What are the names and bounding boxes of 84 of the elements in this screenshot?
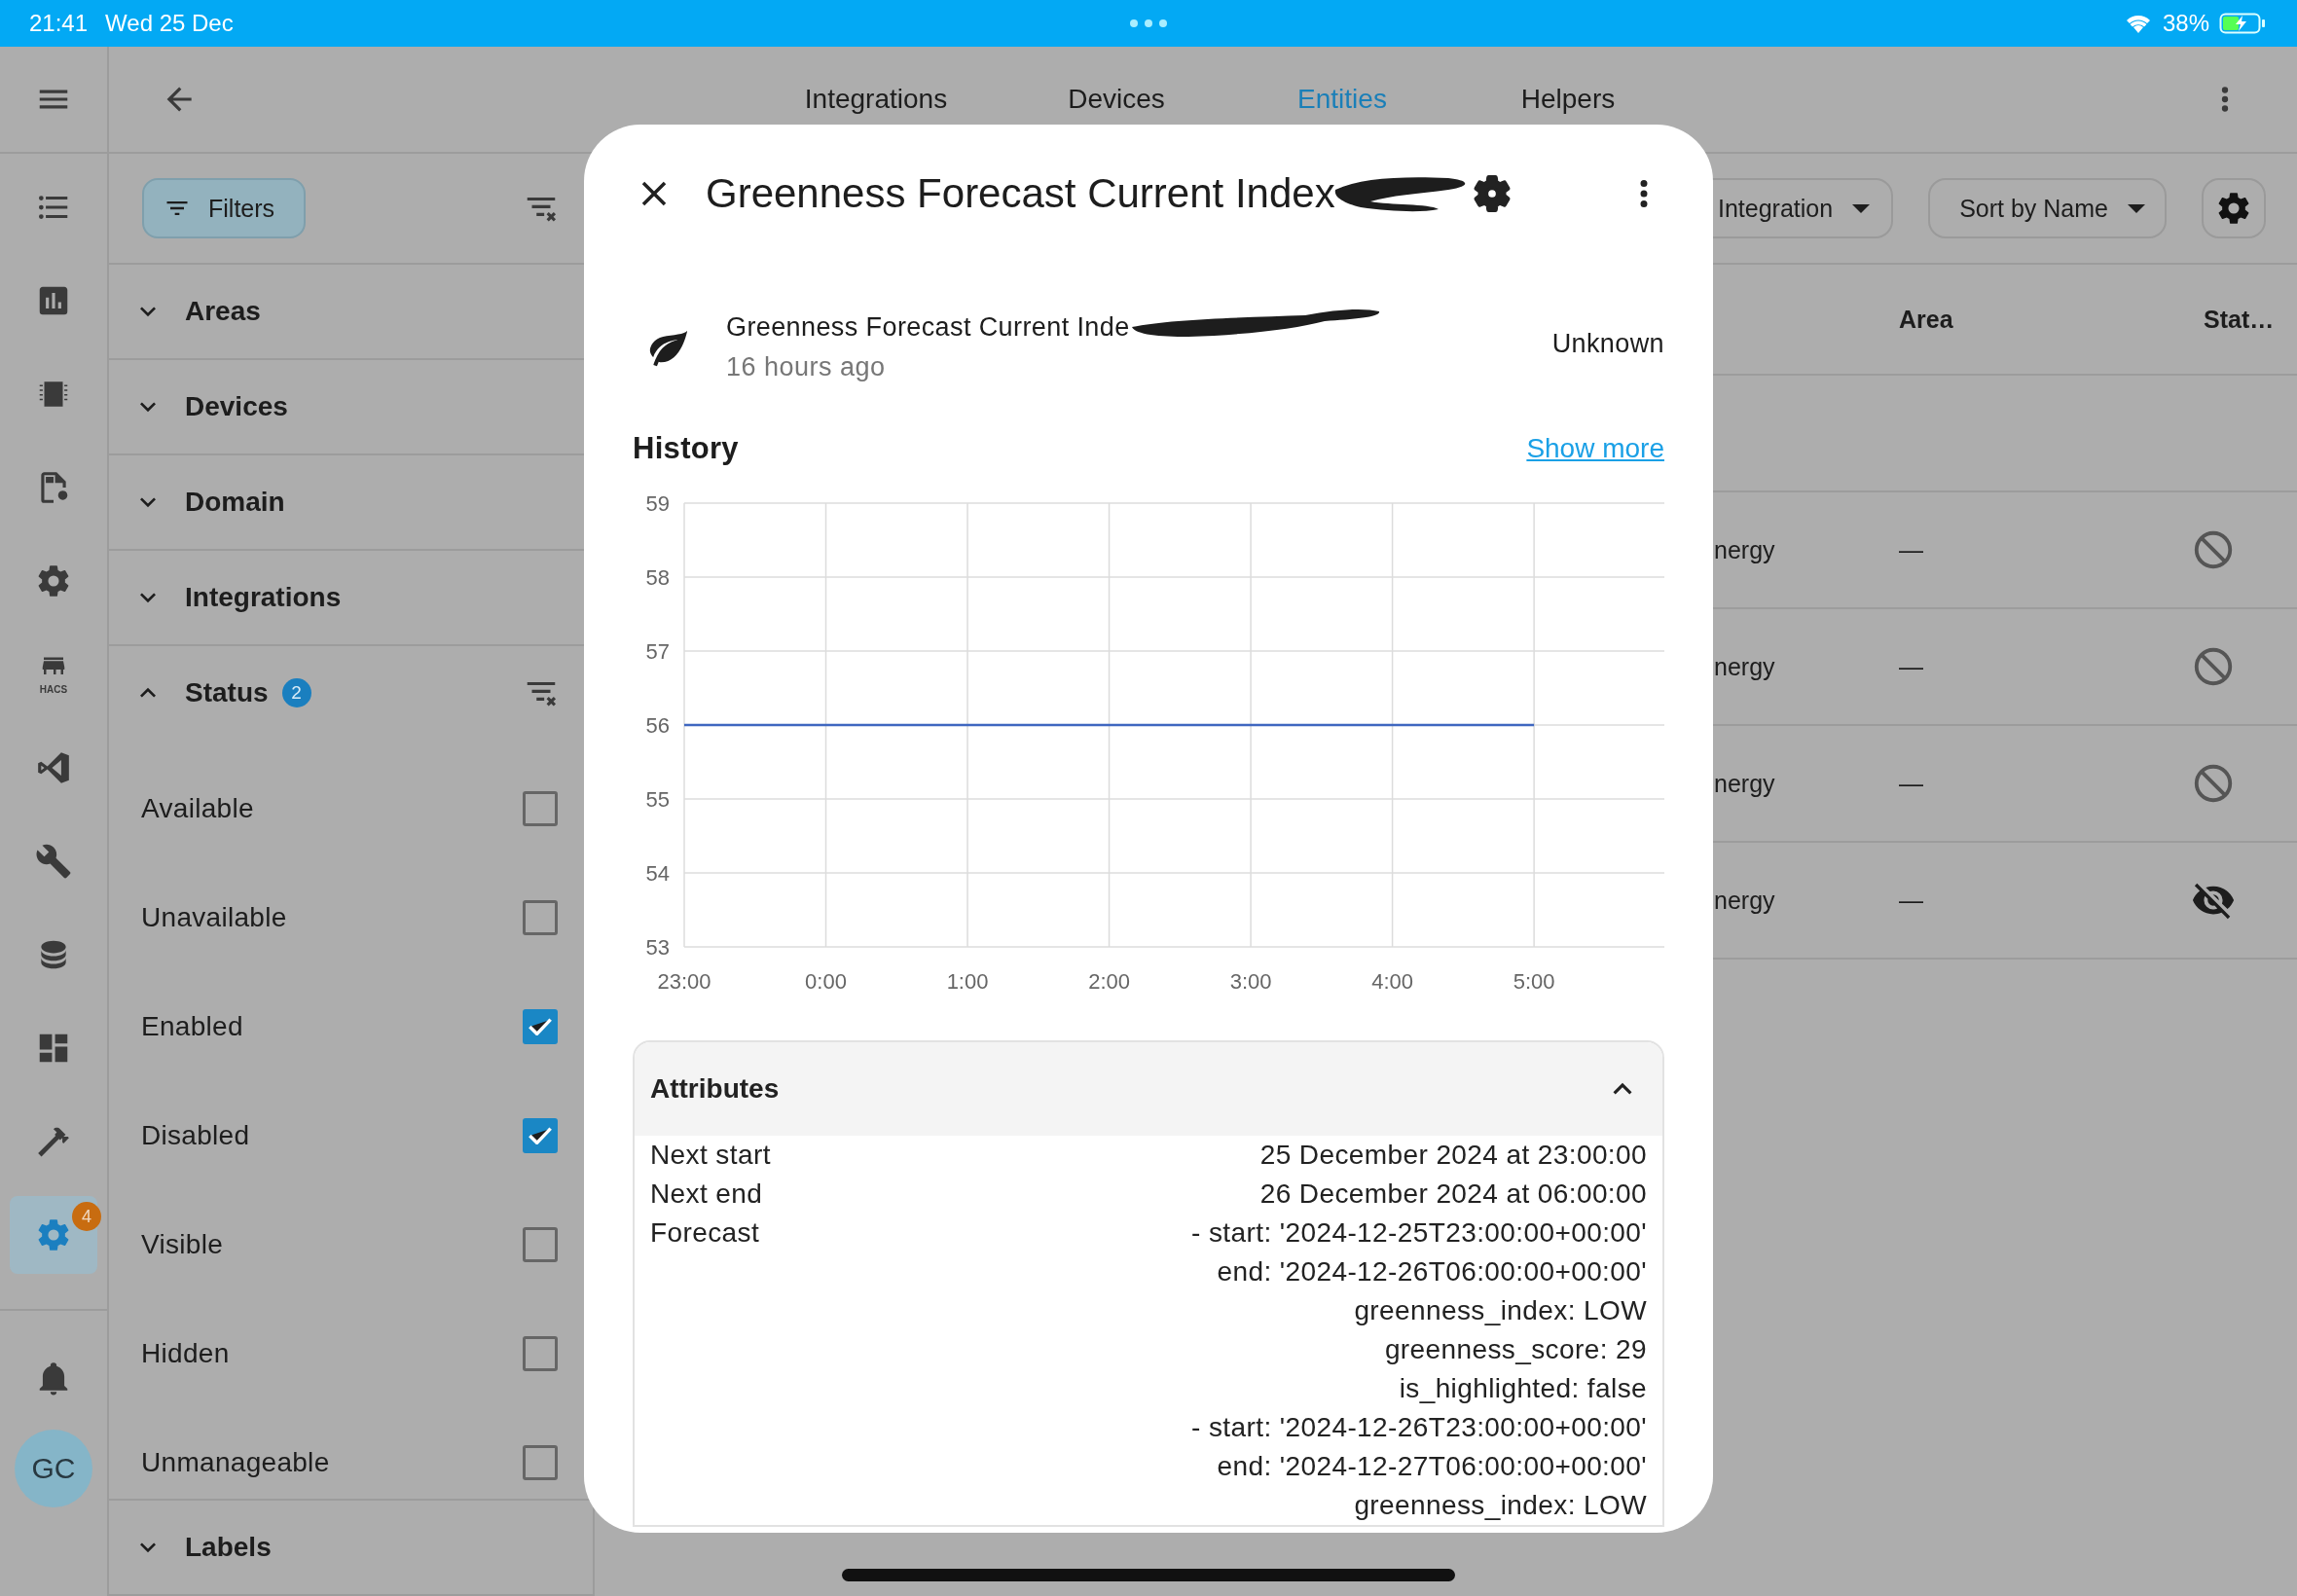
column-header[interactable]: Area — [1899, 305, 2204, 334]
x-tick-label: 0:00 — [805, 969, 847, 994]
attributes-header[interactable]: Attributes — [635, 1042, 1662, 1136]
filter-section-header[interactable]: Labels — [132, 1518, 272, 1577]
entity-name: Greenness Forecast Current Inde — [726, 311, 1130, 343]
table-cell-text: nergy — [1714, 769, 1776, 798]
y-tick-label: 57 — [645, 639, 670, 664]
tab[interactable]: Helpers — [1455, 70, 1681, 128]
option-label: Unavailable — [141, 902, 287, 933]
table-cell-text: — — [1899, 535, 1924, 564]
option-label: Available — [141, 793, 254, 824]
x-tick-label: 1:00 — [946, 969, 989, 994]
sidebar-item[interactable]: HACS — [10, 635, 97, 713]
y-tick-label: 59 — [645, 491, 670, 516]
multitasking-dots-icon[interactable] — [1129, 18, 1168, 28]
settings-button[interactable] — [2202, 178, 2266, 238]
check-icon — [529, 1018, 552, 1035]
checkbox[interactable] — [523, 1118, 558, 1153]
x-tick-label: 2:00 — [1088, 969, 1130, 994]
check-icon — [529, 1127, 552, 1144]
x-tick-label: 3:00 — [1229, 969, 1272, 994]
count-badge: 2 — [281, 678, 311, 707]
user-avatar[interactable]: GC — [15, 1430, 92, 1507]
y-tick-label: 54 — [645, 861, 670, 886]
code-editor-icon — [35, 749, 72, 786]
filter-section-header[interactable]: Devices — [132, 378, 288, 436]
filter-section-header[interactable]: Areas — [132, 282, 261, 341]
table-cell-text: nergy — [1714, 652, 1776, 681]
attribute-value: greenness_index: LOW — [1354, 1294, 1647, 1327]
option-label: Unmanageable — [141, 1447, 330, 1478]
filter-section-header[interactable]: Domain — [132, 473, 285, 531]
option-label: Visible — [141, 1229, 224, 1260]
attribute-name: Forecast — [650, 1216, 760, 1250]
table-cell-text: nergy — [1714, 535, 1776, 564]
attribute-value: is_highlighted: false — [1399, 1372, 1647, 1405]
status-time: 21:41 — [29, 10, 89, 37]
filters-button[interactable]: Filters — [142, 178, 307, 238]
attribute-value: end: '2024-12-26T06:00:00+00:00' — [1217, 1255, 1647, 1288]
attribute-value: - start: '2024-12-26T23:00:00+00:00' — [1191, 1411, 1647, 1444]
attribute-value: 25 December 2024 at 23:00:00 — [1259, 1139, 1647, 1172]
y-tick-label: 56 — [645, 713, 670, 738]
x-tick-label: 23:00 — [657, 969, 711, 994]
checkbox[interactable] — [523, 1009, 558, 1044]
column-header[interactable]: Stat… — [2204, 305, 2297, 334]
notification-badge: 4 — [72, 1202, 101, 1231]
x-tick-label: 4:00 — [1371, 969, 1413, 994]
filter-section-header[interactable]: Status — [132, 664, 269, 722]
table-cell-text: — — [1899, 652, 1924, 681]
attribute-value: end: '2024-12-27T06:00:00+00:00' — [1217, 1450, 1647, 1483]
attribute-value: - start: '2024-12-25T23:00:00+00:00' — [1191, 1216, 1647, 1250]
table-cell-text: nergy — [1714, 886, 1776, 915]
attribute-value: greenness_score: 29 — [1384, 1333, 1647, 1366]
option-label: Enabled — [141, 1011, 243, 1042]
y-tick-label: 58 — [645, 565, 670, 590]
wrench-icon — [35, 843, 72, 880]
dialog-title: Greenness Forecast Current Index — [706, 170, 1335, 217]
last-updated: 16 hours ago — [726, 352, 887, 382]
entity-state: Unknown — [1551, 329, 1664, 359]
option-label: Hidden — [141, 1338, 230, 1369]
checkbox[interactable] — [523, 1227, 558, 1262]
attribute-name: Next start — [650, 1139, 771, 1172]
filter-section-header[interactable]: Integrations — [132, 568, 342, 627]
attribute-value: 26 December 2024 at 06:00:00 — [1259, 1178, 1647, 1211]
sort-dropdown[interactable]: Sort by Name — [1928, 178, 2167, 238]
caret-icon — [2128, 203, 2145, 213]
y-tick-label: 53 — [645, 935, 670, 960]
table-cell-text: — — [1899, 769, 1924, 798]
x-tick-label: 5:00 — [1513, 969, 1555, 994]
section-title: History — [633, 431, 739, 466]
attribute-value: greenness_index: LOW — [1354, 1489, 1647, 1522]
caret-icon — [1852, 203, 1871, 213]
tab[interactable]: Integrations — [748, 70, 1003, 128]
checkbox[interactable] — [523, 1336, 558, 1371]
checkbox[interactable] — [523, 900, 558, 935]
checkbox[interactable] — [523, 791, 558, 826]
attribute-name: Next end — [650, 1178, 763, 1211]
battery-percent: 38% — [2162, 10, 2209, 37]
table-cell-text: — — [1899, 886, 1924, 915]
option-label: Disabled — [141, 1120, 250, 1151]
y-tick-label: 55 — [645, 787, 670, 812]
battery-icon — [2219, 12, 2268, 35]
tab[interactable]: Devices — [1003, 70, 1229, 128]
status-date: Wed 25 Dec — [105, 10, 234, 37]
checkbox[interactable] — [523, 1445, 558, 1480]
